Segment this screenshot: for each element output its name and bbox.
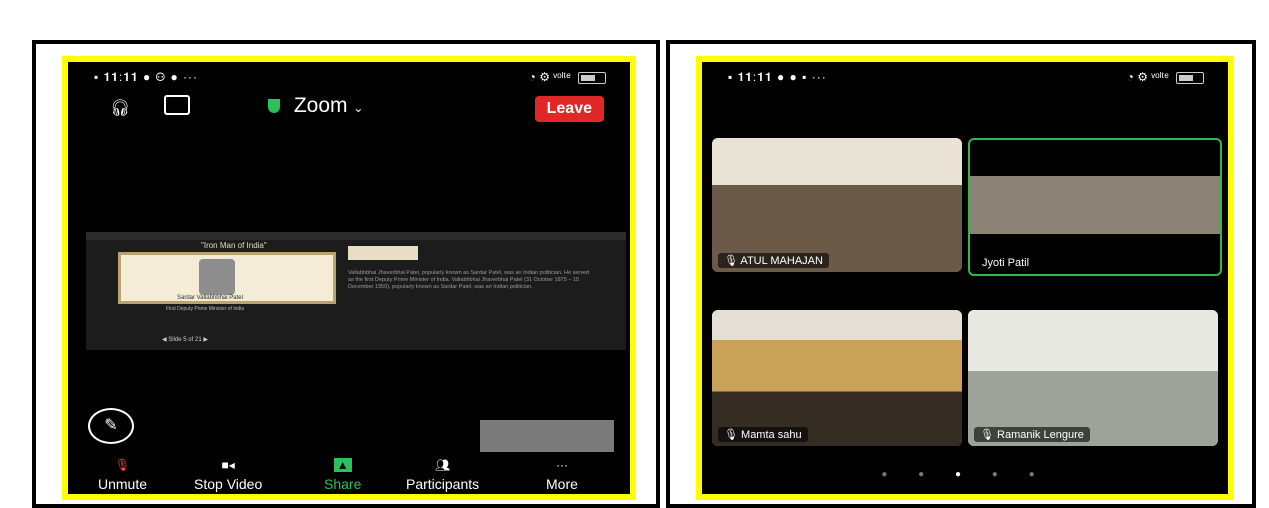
participants-icon: 👥︎ — [434, 458, 451, 472]
microphone-muted-icon: 🎙︎ — [114, 458, 131, 472]
left-screenshot-frame: ▪︎ 𝟏𝟏:𝟏𝟏 ● ⚇ ● ··· ◔ ⚙ ᵛᵒˡᵗᵉ 🎧︎ Zoom ⌄ L… — [32, 40, 660, 508]
muted-mic-icon: 🎙︎ — [724, 255, 741, 267]
left-phone-screen: ▪︎ 𝟏𝟏:𝟏𝟏 ● ⚇ ● ··· ◔ ⚙ ᵛᵒˡᵗᵉ 🎧︎ Zoom ⌄ L… — [62, 56, 636, 500]
right-phone-screen: ▪︎ 𝟏𝟏:𝟏𝟏 ● ● ▪︎ ··· ◔ ⚙ ᵛᵒˡᵗᵉ 🎙︎ ATUL MA… — [696, 56, 1234, 500]
participant-name: 🎙︎ Ramanik Lengure — [974, 427, 1090, 442]
presenter-toolbar — [86, 232, 626, 240]
participant-tile[interactable]: 🎙︎ ATUL MAHAJAN — [712, 138, 962, 272]
leave-button[interactable]: Leave — [534, 96, 604, 122]
prev-slide-icon[interactable]: ◀︎ — [162, 337, 167, 343]
meeting-toolbar: 🎙︎ Unmute ■◂ Stop Video ▲ Share 👥︎ Parti… — [68, 454, 630, 494]
switch-camera-icon[interactable] — [164, 95, 190, 115]
portrait-image — [199, 259, 235, 295]
meeting-title[interactable]: Zoom ⌄ — [268, 94, 363, 118]
slide-subcaption: First Deputy Prime Minister of India — [166, 306, 245, 312]
right-screenshot-frame: ▪︎ 𝟏𝟏:𝟏𝟏 ● ● ▪︎ ··· ◔ ⚙ ᵛᵒˡᵗᵉ 🎙︎ ATUL MA… — [666, 40, 1256, 508]
page-indicator[interactable]: ● ● ● ● ● — [702, 469, 1228, 480]
status-right: ◔ ⚙ ᵛᵒˡᵗᵉ — [1127, 70, 1204, 84]
participant-tile[interactable]: 🎙︎ Ramanik Lengure — [968, 310, 1218, 446]
status-bar: ▪︎ 𝟏𝟏:𝟏𝟏 ● ⚇ ● ··· ◔ ⚙ ᵛᵒˡᵗᵉ — [68, 70, 630, 88]
slide-caption: Sardar Vallabhbhai Patel — [177, 295, 243, 301]
self-video-thumbnail[interactable] — [480, 420, 614, 452]
slide-title: "Iron Man of India" — [201, 241, 267, 250]
shield-icon — [268, 99, 280, 114]
participant-tile-active-speaker[interactable]: Jyoti Patil — [968, 138, 1222, 276]
status-left: ▪︎ 𝟏𝟏:𝟏𝟏 ● ⚇ ● ··· — [94, 70, 199, 84]
annotate-button[interactable]: ✎ — [88, 408, 134, 444]
video-feed — [970, 176, 1220, 234]
more-dots-icon: ··· — [555, 458, 568, 472]
share-arrow-icon: ▲ — [333, 458, 352, 472]
muted-mic-icon: 🎙︎ — [980, 429, 998, 441]
video-feed — [712, 138, 962, 272]
next-slide-icon[interactable]: ▶︎ — [203, 337, 208, 343]
participant-name: 🎙︎ Mamta sahu — [718, 427, 808, 442]
meeting-top-bar: 🎧︎ Zoom ⌄ Leave — [68, 90, 630, 130]
next-slide-thumbnail — [348, 246, 418, 260]
status-bar: ▪︎ 𝟏𝟏:𝟏𝟏 ● ● ▪︎ ··· ◔ ⚙ ᵛᵒˡᵗᵉ — [702, 70, 1228, 88]
shared-screen: "Iron Man of India" Sardar Vallabhbhai P… — [86, 232, 626, 350]
speaker-notes: Vallabhbhai Jhaverbhai Patel, popularly … — [348, 270, 590, 290]
stop-video-button[interactable]: ■◂ Stop Video — [194, 458, 262, 492]
video-feed — [712, 310, 962, 446]
participant-name: Jyoti Patil — [982, 257, 1030, 269]
video-camera-icon: ■◂ — [221, 458, 235, 472]
participants-button[interactable]: 👥︎ Participants — [406, 458, 479, 492]
headphones-icon[interactable]: 🎧︎ — [110, 98, 130, 118]
slide-page-indicator: ◀︎ Slide 5 of 21 ▶︎ — [162, 337, 208, 343]
more-button[interactable]: ··· More — [546, 458, 578, 492]
chevron-down-icon: ⌄ — [353, 101, 364, 115]
participant-tile[interactable]: 🎙︎ Mamta sahu — [712, 310, 962, 446]
battery-icon — [1176, 71, 1204, 84]
current-page-dot: ● — [954, 469, 976, 480]
status-right: ◔ ⚙ ᵛᵒˡᵗᵉ — [529, 70, 606, 84]
muted-mic-icon: 🎙︎ — [724, 429, 742, 441]
share-button[interactable]: ▲ Share — [324, 458, 361, 492]
pencil-icon: ✎ — [104, 417, 118, 434]
unmute-button[interactable]: 🎙︎ Unmute — [98, 458, 147, 492]
status-left: ▪︎ 𝟏𝟏:𝟏𝟏 ● ● ▪︎ ··· — [728, 70, 827, 84]
battery-icon — [578, 71, 606, 84]
slide-thumbnail: "Iron Man of India" Sardar Vallabhbhai P… — [118, 241, 336, 304]
participant-name: 🎙︎ ATUL MAHAJAN — [718, 253, 829, 268]
video-feed — [968, 310, 1218, 446]
